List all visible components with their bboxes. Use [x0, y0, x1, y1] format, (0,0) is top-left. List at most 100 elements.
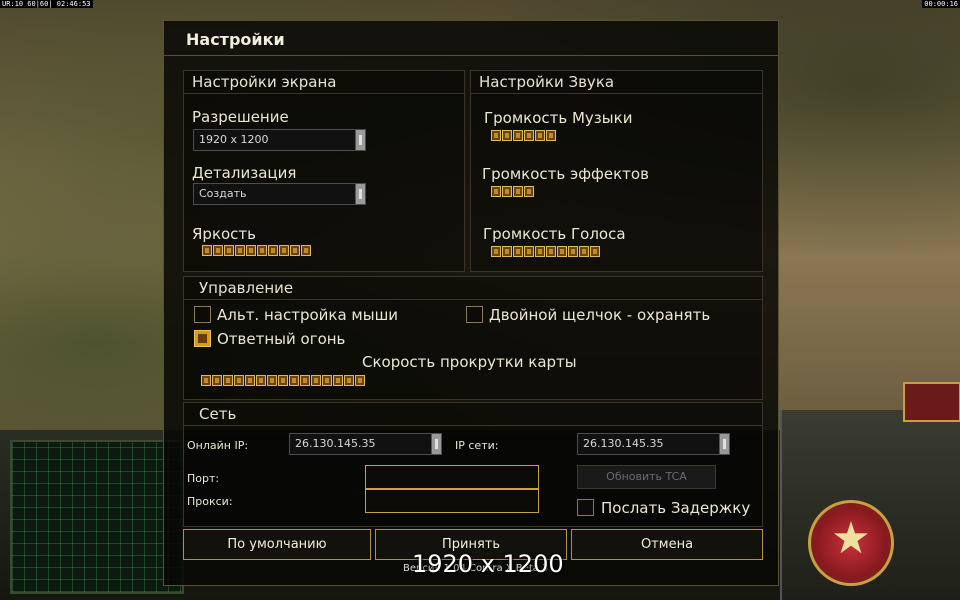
slider-segment[interactable]: [212, 375, 222, 386]
slider-segment[interactable]: [546, 130, 556, 141]
proxy-label: Прокси:: [187, 495, 233, 508]
slider-segment[interactable]: [322, 375, 332, 386]
game-timer: 00:00:16: [922, 0, 960, 8]
dropdown-arrow-icon[interactable]: [719, 434, 729, 454]
radar-minimap: [10, 440, 184, 594]
slider-segment[interactable]: [201, 375, 211, 386]
slider-segment[interactable]: [344, 375, 354, 386]
slider-segment[interactable]: [235, 245, 245, 256]
lan-ip-dropdown[interactable]: 26.130.145.35: [577, 433, 730, 455]
dropdown-arrow-icon[interactable]: [355, 184, 365, 204]
slider-segment[interactable]: [524, 130, 534, 141]
slider-segment[interactable]: [590, 246, 600, 257]
slider-segment[interactable]: [502, 246, 512, 257]
slider-segment[interactable]: [579, 246, 589, 257]
brightness-label: Яркость: [192, 225, 257, 243]
slider-segment[interactable]: [279, 245, 289, 256]
default-button[interactable]: По умолчанию: [183, 529, 371, 560]
slider-segment[interactable]: [502, 130, 512, 141]
slider-segment[interactable]: [311, 375, 321, 386]
dialog-title: Настройки: [186, 30, 285, 49]
return-fire-checkbox[interactable]: [194, 330, 211, 347]
slider-segment[interactable]: [224, 245, 234, 256]
slider-segment[interactable]: [535, 130, 545, 141]
cancel-button[interactable]: Отмена: [571, 529, 763, 560]
slider-segment[interactable]: [268, 245, 278, 256]
port-label: Порт:: [187, 472, 220, 485]
slider-segment[interactable]: [257, 245, 267, 256]
double-click-label: Двойной щелчок - охранять: [489, 306, 711, 324]
slider-segment[interactable]: [245, 375, 255, 386]
slider-segment[interactable]: [524, 186, 534, 197]
slider-segment[interactable]: [491, 246, 501, 257]
slider-segment[interactable]: [278, 375, 288, 386]
detail-value: Создать: [199, 187, 247, 200]
slider-segment[interactable]: [333, 375, 343, 386]
display-settings-heading: Настройки экрана: [184, 71, 464, 94]
slider-segment[interactable]: [234, 375, 244, 386]
slider-segment[interactable]: [300, 375, 310, 386]
effects-volume-label: Громкость эффектов: [482, 165, 649, 183]
slider-segment[interactable]: [213, 245, 223, 256]
detail-label: Детализация: [192, 164, 297, 182]
detail-dropdown[interactable]: Создать: [193, 183, 366, 205]
slider-segment[interactable]: [513, 246, 523, 257]
slider-segment[interactable]: [513, 130, 523, 141]
network-heading: Сеть: [184, 403, 762, 426]
slider-segment[interactable]: [568, 246, 578, 257]
network-panel: Сеть Онлайн IP: 26.130.145.35 IP сети: 2…: [183, 402, 763, 527]
dropdown-arrow-icon[interactable]: [355, 130, 365, 150]
slider-segment[interactable]: [535, 246, 545, 257]
port-input[interactable]: [365, 465, 539, 489]
slider-segment[interactable]: [491, 186, 501, 197]
sound-settings-panel: Настройки Звука Громкость Музыки Громкос…: [470, 70, 763, 272]
proxy-input[interactable]: [365, 489, 539, 513]
slider-segment[interactable]: [355, 375, 365, 386]
voice-volume-slider[interactable]: [491, 246, 600, 257]
slider-segment[interactable]: [223, 375, 233, 386]
return-fire-label: Ответный огонь: [217, 330, 346, 348]
lan-ip-value: 26.130.145.35: [583, 437, 664, 450]
resolution-overlay: 1920 x 1200: [412, 550, 564, 578]
scroll-speed-label: Скорость прокрутки карты: [362, 353, 577, 371]
scroll-speed-slider[interactable]: [201, 375, 365, 386]
update-tca-button[interactable]: Обновить TCA: [577, 465, 716, 489]
slider-segment[interactable]: [502, 186, 512, 197]
faction-badge-icon: [903, 382, 960, 422]
slider-segment[interactable]: [246, 245, 256, 256]
settings-dialog: Настройки Настройки экрана Разрешение 19…: [163, 20, 779, 586]
slider-segment[interactable]: [289, 375, 299, 386]
slider-segment[interactable]: [546, 246, 556, 257]
slider-segment[interactable]: [491, 130, 501, 141]
resolution-dropdown[interactable]: 1920 x 1200: [193, 129, 366, 151]
slider-segment[interactable]: [256, 375, 266, 386]
slider-segment[interactable]: [513, 186, 523, 197]
voice-volume-label: Громкость Голоса: [483, 225, 626, 243]
music-volume-label: Громкость Музыки: [484, 109, 633, 127]
title-divider: [164, 55, 778, 56]
slider-segment[interactable]: [524, 246, 534, 257]
effects-volume-slider[interactable]: [491, 186, 534, 197]
resolution-value: 1920 x 1200: [199, 133, 269, 146]
control-panel: Управление Альт. настройка мыши Двойной …: [183, 276, 763, 400]
slider-segment[interactable]: [557, 246, 567, 257]
sound-settings-heading: Настройки Звука: [471, 71, 762, 94]
brightness-slider[interactable]: [202, 245, 311, 256]
online-ip-dropdown[interactable]: 26.130.145.35: [289, 433, 442, 455]
alt-mouse-checkbox[interactable]: [194, 306, 211, 323]
send-delay-checkbox[interactable]: [577, 499, 594, 516]
slider-segment[interactable]: [290, 245, 300, 256]
lan-ip-label: IP сети:: [455, 439, 499, 452]
online-ip-value: 26.130.145.35: [295, 437, 376, 450]
online-ip-label: Онлайн IP:: [187, 439, 249, 452]
slider-segment[interactable]: [301, 245, 311, 256]
control-heading: Управление: [184, 277, 762, 300]
send-delay-label: Послать Задержку: [601, 499, 751, 517]
double-click-checkbox[interactable]: [466, 306, 483, 323]
resolution-label: Разрешение: [192, 108, 289, 126]
slider-segment[interactable]: [202, 245, 212, 256]
dropdown-arrow-icon[interactable]: [431, 434, 441, 454]
music-volume-slider[interactable]: [491, 130, 556, 141]
slider-segment[interactable]: [267, 375, 277, 386]
fps-status: UR:10 60|60| 02:46:53: [0, 0, 93, 8]
